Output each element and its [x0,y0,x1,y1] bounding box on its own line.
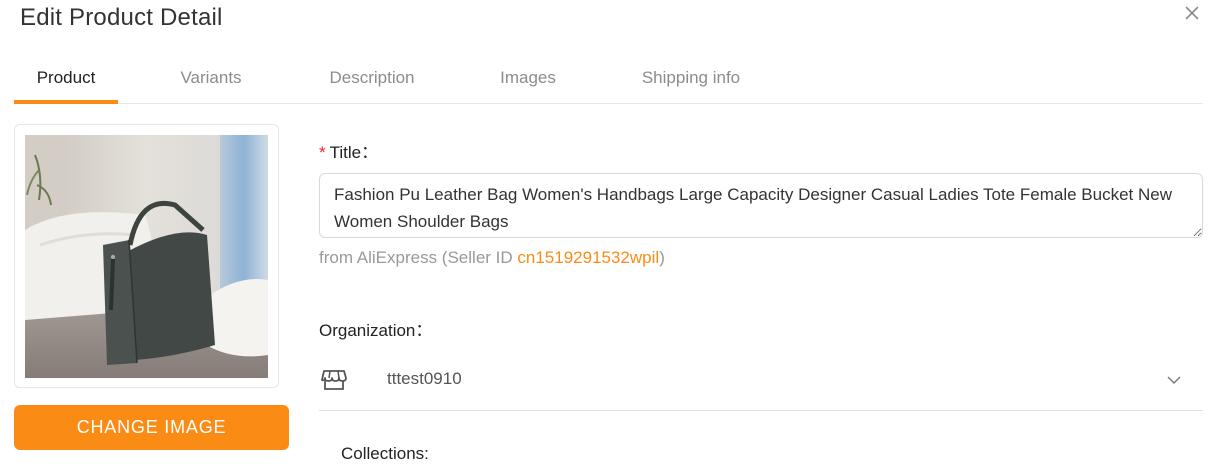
collections-label: Collections: [341,444,429,463]
tab-label: Description [329,68,415,87]
product-image-card [14,124,279,388]
organization-label-text: Organization [319,321,416,340]
title-field-label: * Title： [319,138,378,163]
tab-product[interactable]: Product [14,58,118,104]
title-label-text: Title [329,143,362,162]
tab-images[interactable]: Images [486,58,570,103]
source-suffix: ) [659,248,665,267]
seller-id-link[interactable]: cn1519291532wpil [517,248,659,267]
label-colon: ： [415,321,433,340]
tab-shipping-info[interactable]: Shipping info [626,58,756,103]
tab-label: Shipping info [641,68,741,87]
tab-label: Product [36,68,96,87]
store-icon [321,370,347,390]
title-input[interactable] [319,173,1203,238]
source-prefix: from AliExpress (Seller ID [319,248,518,267]
tab-label: Images [500,68,556,87]
organization-select[interactable]: tttest0910 [319,352,1203,411]
tab-label: Variants [180,68,242,87]
label-colon: ： [361,143,379,162]
organization-value: tttest0910 [387,369,462,388]
close-icon[interactable] [1181,2,1203,24]
dialog-title: Edit Product Detail [20,4,223,31]
organization-label: Organization： [319,316,432,341]
source-info: from AliExpress (Seller ID cn1519291532w… [319,248,665,268]
product-image [25,135,268,378]
chevron-down-icon [1167,376,1181,384]
active-tab-indicator [14,100,118,104]
required-mark: * [319,143,326,162]
tab-description[interactable]: Description [314,58,430,103]
tab-bar: Product Variants Description Images Ship… [14,58,1203,104]
change-image-button[interactable]: CHANGE IMAGE [14,405,289,450]
tab-variants[interactable]: Variants [164,58,258,103]
